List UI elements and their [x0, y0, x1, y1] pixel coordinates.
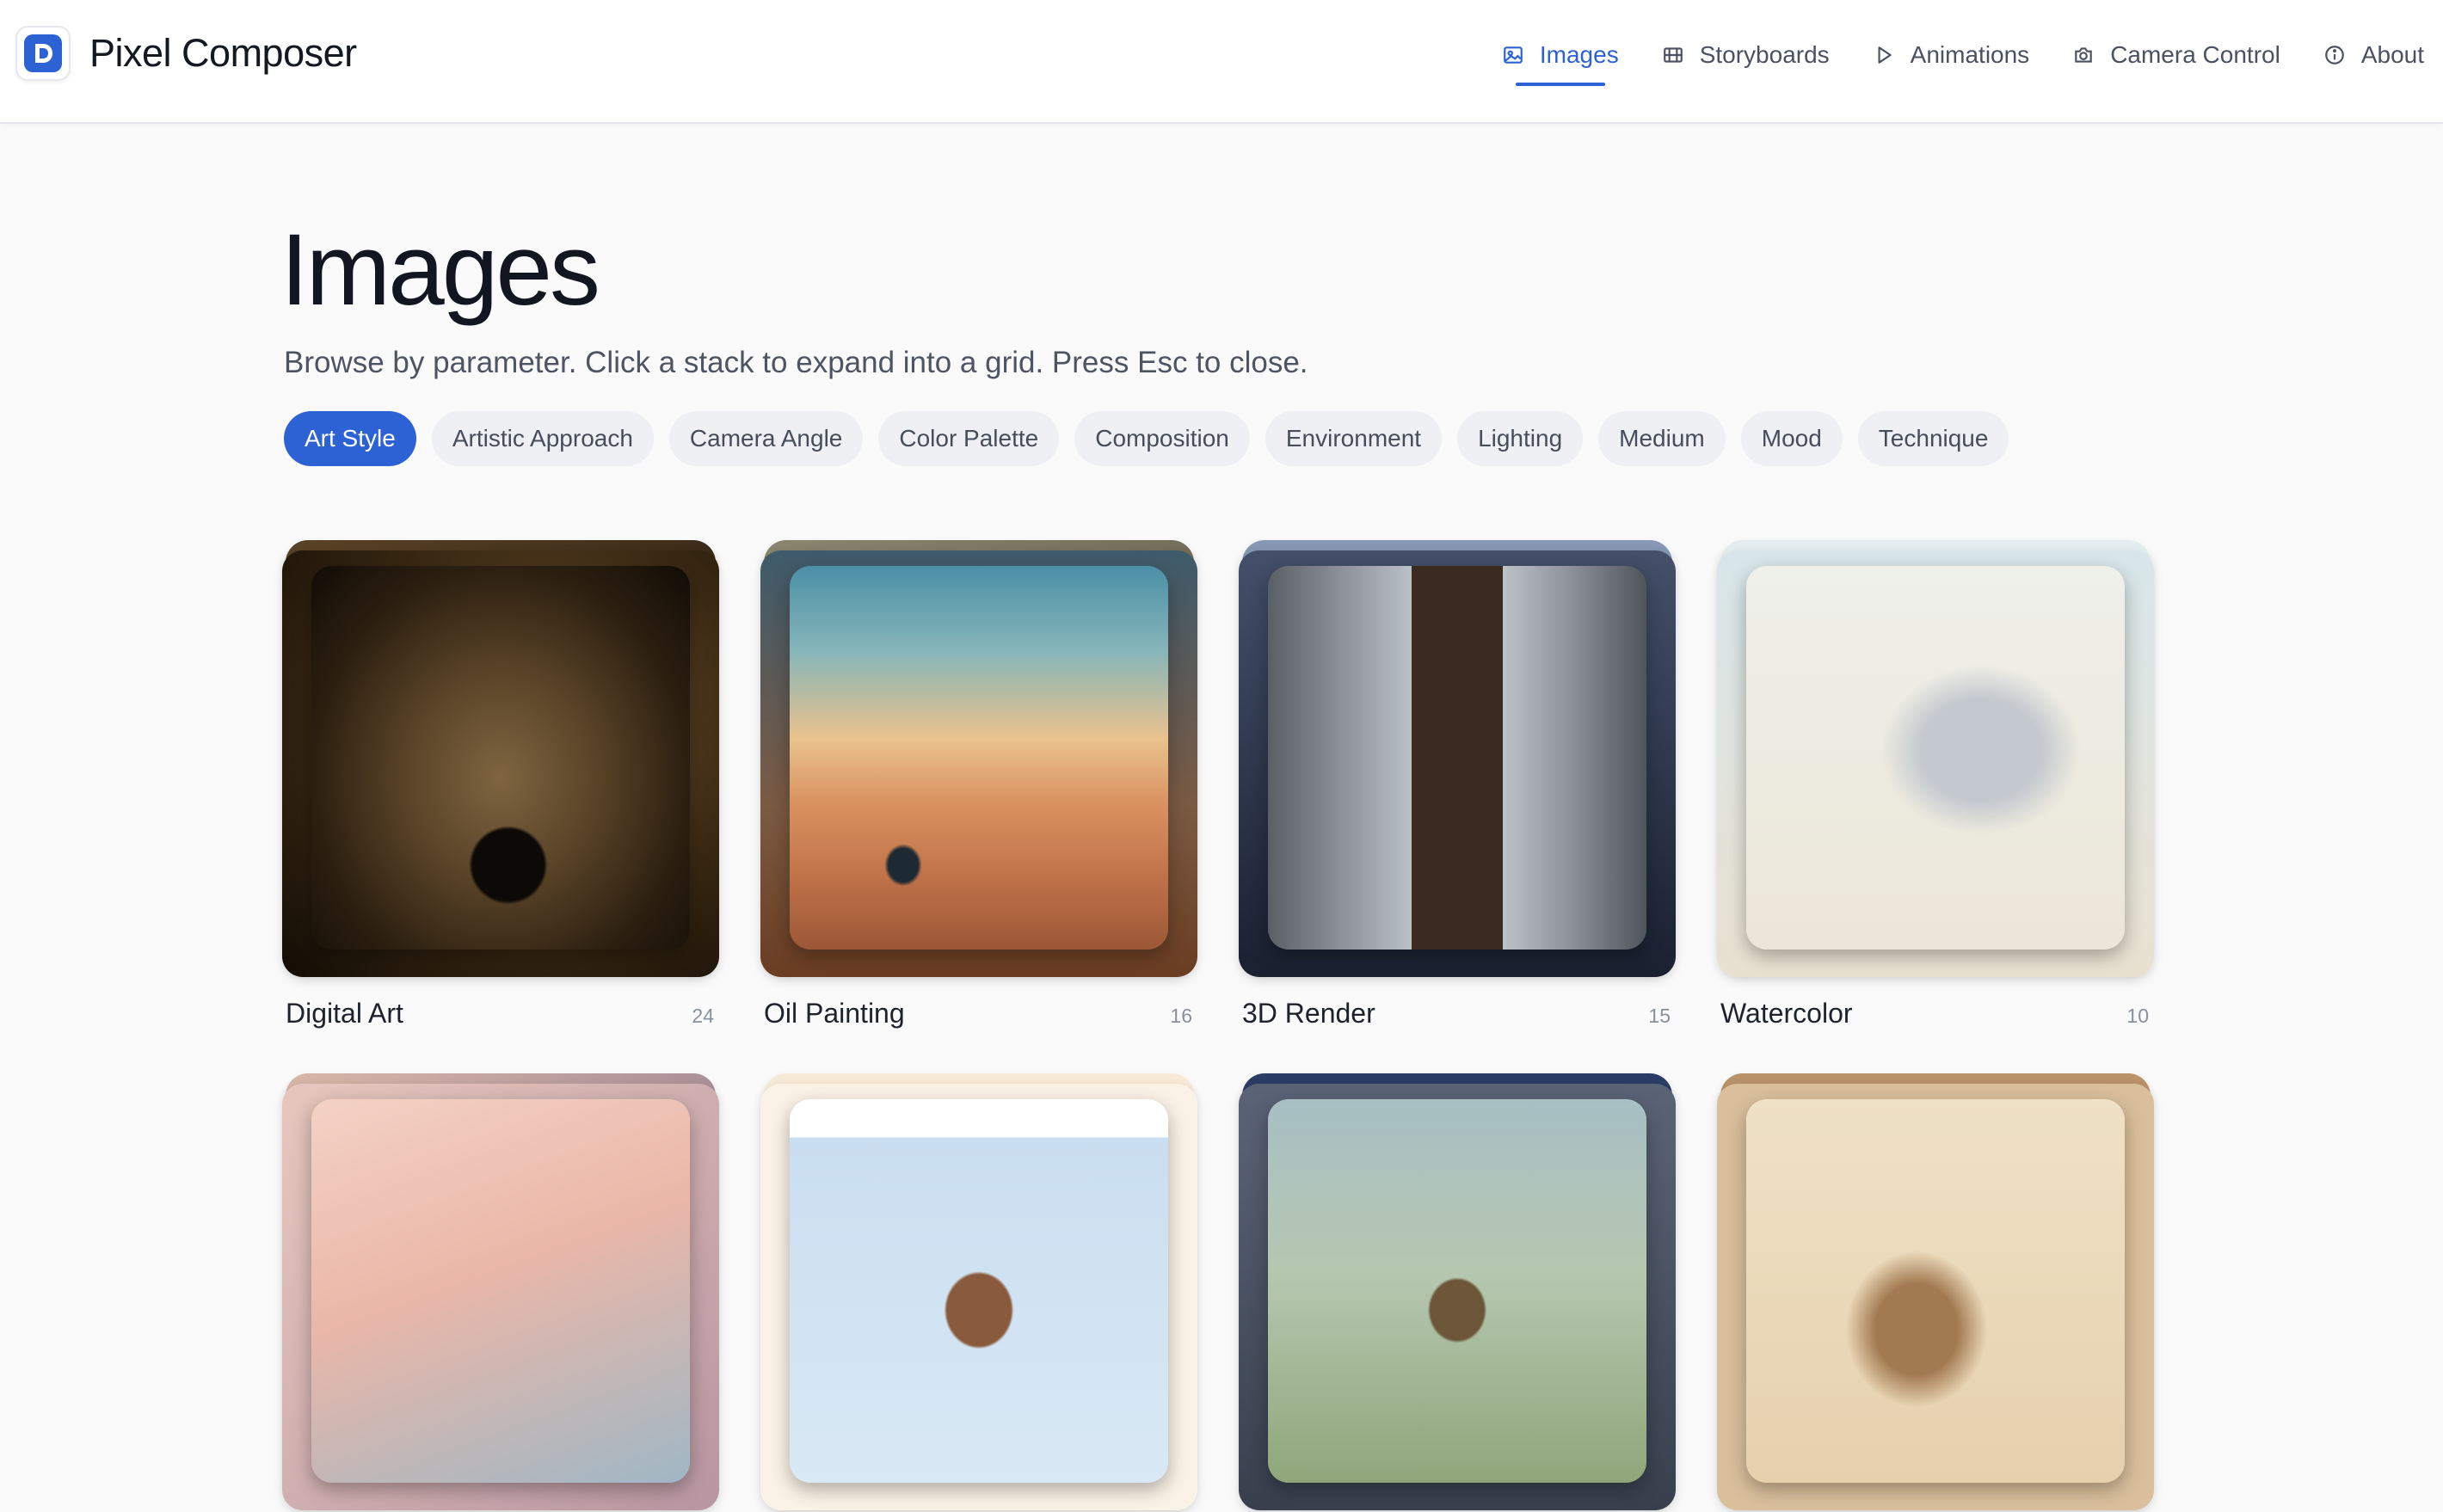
- image-stack[interactable]: [282, 538, 719, 979]
- stack-count: 15: [1648, 1005, 1671, 1027]
- nav-item-camera-control[interactable]: Camera Control: [2072, 29, 2280, 81]
- stack-cover-image: [1268, 566, 1646, 950]
- stack-cover-image: [790, 566, 1168, 950]
- image-stack[interactable]: [760, 538, 1197, 979]
- nav-label: Animations: [1910, 41, 2030, 68]
- stack-card-3d-render[interactable]: 3D Render 15: [1239, 538, 1676, 1029]
- nav-label: Images: [1539, 41, 1619, 68]
- main-content: Images Browse by parameter. Click a stac…: [0, 126, 2443, 1510]
- filter-chips: Art Style Artistic Approach Camera Angle…: [284, 411, 2024, 466]
- stack-cover-image: [1746, 1099, 2125, 1483]
- stack-title: Digital Art: [286, 998, 403, 1029]
- chip-camera-angle[interactable]: Camera Angle: [668, 411, 864, 466]
- stack-count: 24: [692, 1005, 714, 1027]
- main-nav: Images Storyboards Animations Camera Con…: [1459, 29, 2424, 86]
- logo-d-icon[interactable]: [15, 26, 71, 81]
- stack-card[interactable]: [760, 1072, 1197, 1512]
- image-icon: [1504, 46, 1523, 64]
- nav-item-storyboards[interactable]: Storyboards: [1662, 29, 1830, 81]
- film-icon: [1663, 47, 1683, 63]
- page-subtitle: Browse by parameter. Click a stack to ex…: [284, 346, 1308, 379]
- image-stack[interactable]: [282, 1072, 719, 1512]
- nav-item-animations[interactable]: Animations: [1873, 29, 2030, 81]
- stack-card-watercolor[interactable]: Watercolor 10: [1717, 538, 2154, 1029]
- stack-title: Oil Painting: [764, 998, 905, 1029]
- stack-title: Watercolor: [1720, 998, 1853, 1029]
- stack-title: 3D Render: [1242, 998, 1375, 1029]
- top-bar: Pixel Composer Images Storyboards Animat…: [0, 0, 2443, 124]
- nav-label: About: [2360, 41, 2424, 68]
- chip-art-style[interactable]: Art Style: [284, 411, 416, 466]
- chip-mood[interactable]: Mood: [1740, 411, 1843, 466]
- nav-item-about[interactable]: About: [2323, 29, 2424, 81]
- active-indicator: [1515, 83, 1605, 86]
- stack-count: 16: [1170, 1005, 1192, 1027]
- nav-label: Storyboards: [1699, 41, 1830, 68]
- chip-color-palette[interactable]: Color Palette: [878, 411, 1060, 466]
- info-icon: [2324, 46, 2344, 65]
- chip-technique[interactable]: Technique: [1857, 411, 2009, 466]
- chip-environment[interactable]: Environment: [1265, 411, 1443, 466]
- nav-label: Camera Control: [2110, 41, 2280, 68]
- stack-card[interactable]: [1717, 1072, 2154, 1512]
- image-stack[interactable]: [1717, 1072, 2154, 1512]
- image-stack[interactable]: [760, 1072, 1197, 1512]
- page-title: Images: [280, 213, 600, 327]
- stack-card-digital-art[interactable]: Digital Art 24: [282, 538, 719, 1029]
- stack-cover-image: [311, 566, 690, 950]
- stack-cover-image: [311, 1099, 690, 1483]
- chip-composition[interactable]: Composition: [1074, 411, 1250, 466]
- stack-cover-image: [1746, 566, 2125, 950]
- stack-count: 10: [2126, 1005, 2149, 1027]
- stack-card[interactable]: [1239, 1072, 1676, 1512]
- nav-item-images[interactable]: Images: [1502, 29, 1619, 86]
- stack-cover-image: [790, 1099, 1168, 1483]
- play-icon: [1878, 46, 1892, 64]
- image-stack[interactable]: [1717, 538, 2154, 979]
- app-name: Pixel Composer: [89, 31, 357, 75]
- chip-artistic-approach[interactable]: Artistic Approach: [431, 411, 654, 466]
- camera-icon: [2075, 47, 2092, 63]
- brand[interactable]: Pixel Composer: [15, 26, 357, 81]
- image-stack[interactable]: [1239, 1072, 1676, 1512]
- stack-card-oil-painting[interactable]: Oil Painting 16: [760, 538, 1197, 1029]
- chip-lighting[interactable]: Lighting: [1457, 411, 1584, 466]
- chip-medium[interactable]: Medium: [1598, 411, 1726, 466]
- stack-card[interactable]: [282, 1072, 719, 1512]
- image-stack[interactable]: [1239, 538, 1676, 979]
- stack-cover-image: [1268, 1099, 1646, 1483]
